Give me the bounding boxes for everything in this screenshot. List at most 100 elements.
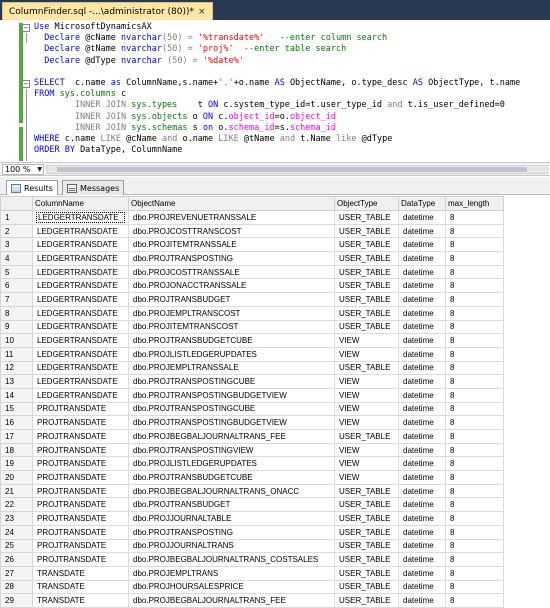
table-cell[interactable]: 8 [445, 278, 504, 294]
table-cell[interactable]: VIEW [334, 401, 399, 417]
table-row[interactable]: 21 PROJTRANSDATE dbo.PROJBEGBALJOURNALTRAN… [0, 483, 504, 499]
document-tab[interactable]: ColumnFinder.sql -...\administrator (80)… [2, 2, 213, 20]
table-cell[interactable]: 8 [445, 251, 504, 266]
table-cell[interactable]: dbo.PROJTRANSPOSTINGCUBE [128, 374, 335, 389]
table-cell[interactable]: 8 [445, 387, 504, 403]
collapse-icon[interactable]: − [22, 80, 30, 88]
table-row[interactable]: 2 LEDGERTRANSDATE dbo.PROJCOSTTRANSCOST USE… [0, 223, 504, 239]
table-cell[interactable]: VIEW [334, 442, 399, 458]
tab-results[interactable]: Results [6, 180, 58, 195]
row-number[interactable]: 15 [0, 401, 33, 417]
column-header[interactable]: ObjectType [334, 196, 399, 211]
code-line[interactable]: Use MicrosoftDynamicsAX [34, 22, 550, 33]
table-cell[interactable]: PROJTRANSDATE [32, 429, 129, 444]
table-cell[interactable]: dbo.PROJREVENUETRANSSALE [128, 210, 335, 225]
table-cell[interactable]: TRANSDATE [32, 593, 129, 608]
table-row[interactable]: 13 LEDGERTRANSDATE dbo.PROJTRANSPOSTINGCUB… [0, 374, 504, 389]
table-cell[interactable]: VIEW [334, 470, 399, 485]
row-number[interactable]: 28 [0, 579, 33, 595]
row-number[interactable]: 16 [0, 415, 33, 430]
table-cell[interactable]: LEDGERTRANSDATE [32, 278, 129, 294]
table-cell[interactable]: datetime [398, 264, 446, 280]
code-text[interactable]: Use MicrosoftDynamicsAX Declare @cName n… [34, 22, 550, 156]
table-cell[interactable]: 8 [445, 360, 504, 376]
table-cell[interactable]: USER_TABLE [334, 593, 399, 608]
row-number[interactable]: 4 [0, 251, 33, 266]
table-row[interactable]: 19 PROJTRANSDATE dbo.PROJLISTLEDGERUPDATES… [0, 456, 504, 472]
table-cell[interactable]: PROJTRANSDATE [32, 442, 129, 458]
table-cell[interactable]: 8 [445, 552, 504, 567]
table-cell[interactable]: VIEW [334, 346, 399, 362]
table-cell[interactable]: 8 [445, 333, 504, 348]
table-cell[interactable]: USER_TABLE [334, 552, 399, 567]
table-cell[interactable]: dbo.PROJTRANSPOSTINGBUDGETVIEW [128, 415, 335, 430]
code-line[interactable]: INNER JOIN sys.schemas s on o.schema_id=… [34, 123, 550, 134]
table-cell[interactable]: USER_TABLE [334, 278, 399, 294]
table-cell[interactable]: LEDGERTRANSDATE [32, 264, 129, 280]
table-cell[interactable]: datetime [398, 305, 446, 321]
table-cell[interactable]: datetime [398, 292, 446, 307]
table-cell[interactable]: TRANSDATE [32, 579, 129, 595]
table-cell[interactable]: 8 [445, 210, 504, 225]
table-row[interactable]: 14 LEDGERTRANSDATE dbo.PROJTRANSPOSTINGBUD… [0, 387, 504, 403]
table-cell[interactable]: LEDGERTRANSDATE [32, 346, 129, 362]
table-cell[interactable]: TRANSDATE [32, 565, 129, 581]
table-cell[interactable]: datetime [398, 387, 446, 403]
table-cell[interactable]: PROJTRANSDATE [32, 538, 129, 554]
table-cell[interactable]: datetime [398, 470, 446, 485]
table-cell[interactable]: dbo.PROJEMPLTRANSSALE [128, 360, 335, 376]
column-header[interactable]: ColumnName [32, 196, 129, 211]
table-cell[interactable]: datetime [398, 415, 446, 430]
table-row[interactable]: 18 PROJTRANSDATE dbo.PROJTRANSPOSTINGVIEW V… [0, 442, 504, 458]
table-cell[interactable]: datetime [398, 442, 446, 458]
table-cell[interactable]: LEDGERTRANSDATE [32, 360, 129, 376]
table-row[interactable]: 22 PROJTRANSDATE dbo.PROJTRANSBUDGET USER_T… [0, 497, 504, 513]
table-cell[interactable]: PROJTRANSDATE [32, 552, 129, 567]
scrollbar-thumb[interactable] [57, 167, 527, 172]
table-row[interactable]: 28 TRANSDATE dbo.PROJHOURSALESPRICE USER_TA… [0, 579, 504, 595]
table-cell[interactable]: 8 [445, 401, 504, 417]
row-number[interactable]: 26 [0, 552, 33, 567]
table-cell[interactable]: USER_TABLE [334, 237, 399, 253]
row-number[interactable]: 21 [0, 483, 33, 499]
table-cell[interactable]: dbo.PROJITEMTRANSCOST [128, 319, 335, 335]
table-cell[interactable]: USER_TABLE [334, 210, 399, 225]
table-cell[interactable]: LEDGERTRANSDATE [32, 210, 129, 225]
row-number[interactable]: 29 [0, 593, 33, 608]
tab-messages[interactable]: Messages [62, 180, 125, 195]
table-row[interactable]: 5 LEDGERTRANSDATE dbo.PROJCOSTTRANSSALE USE… [0, 264, 504, 280]
table-cell[interactable]: VIEW [334, 387, 399, 403]
table-cell[interactable]: dbo.PROJCOSTTRANSSALE [128, 264, 335, 280]
table-row[interactable]: 11 LEDGERTRANSDATE dbo.PROJLISTLEDGERUPDAT… [0, 346, 504, 362]
table-cell[interactable]: datetime [398, 456, 446, 472]
table-cell[interactable]: dbo.PROJBEGBALJOURNALTRANS_FEE [128, 429, 335, 444]
table-cell[interactable]: USER_TABLE [334, 429, 399, 444]
table-cell[interactable]: datetime [398, 374, 446, 389]
code-line[interactable]: Declare @dType nvarchar (50) = '%date%' [34, 56, 550, 67]
table-row[interactable]: 29 TRANSDATE dbo.PROJBEGBALJOURNALTRANS_FE… [0, 593, 504, 608]
table-cell[interactable]: dbo.PROJLISTLEDGERUPDATES [128, 346, 335, 362]
table-cell[interactable]: dbo.PROJEMPLTRANS [128, 565, 335, 581]
table-row[interactable]: 7 LEDGERTRANSDATE dbo.PROJTRANSBUDGET USER_… [0, 292, 504, 307]
table-cell[interactable]: dbo.PROJEMPLTRANSCOST [128, 305, 335, 321]
table-cell[interactable]: 8 [445, 470, 504, 485]
table-cell[interactable]: VIEW [334, 374, 399, 389]
table-row[interactable]: 27 TRANSDATE dbo.PROJEMPLTRANS USER_TABLE da… [0, 565, 504, 581]
table-cell[interactable]: USER_TABLE [334, 565, 399, 581]
table-cell[interactable]: datetime [398, 579, 446, 595]
table-cell[interactable]: 8 [445, 292, 504, 307]
table-cell[interactable]: 8 [445, 223, 504, 239]
table-row[interactable]: 24 PROJTRANSDATE dbo.PROJTRANSPOSTING USER_… [0, 524, 504, 540]
table-cell[interactable]: LEDGERTRANSDATE [32, 319, 129, 335]
table-row[interactable]: 3 LEDGERTRANSDATE dbo.PROJITEMTRANSSALE USE… [0, 237, 504, 253]
table-cell[interactable]: datetime [398, 346, 446, 362]
table-cell[interactable]: dbo.PROJTRANSBUDGETCUBE [128, 470, 335, 485]
table-cell[interactable]: datetime [398, 483, 446, 499]
table-cell[interactable]: datetime [398, 333, 446, 348]
table-cell[interactable]: 8 [445, 374, 504, 389]
code-line[interactable]: WHERE c.name LIKE @cName and o.name LIKE… [34, 134, 550, 145]
table-row[interactable]: 25 PROJTRANSDATE dbo.PROJJOURNALTRANS USER_… [0, 538, 504, 554]
table-cell[interactable]: dbo.PROJBEGBALJOURNALTRANS_FEE [128, 593, 335, 608]
table-row[interactable]: 12 LEDGERTRANSDATE dbo.PROJEMPLTRANSSALE US… [0, 360, 504, 376]
row-number[interactable]: 19 [0, 456, 33, 472]
